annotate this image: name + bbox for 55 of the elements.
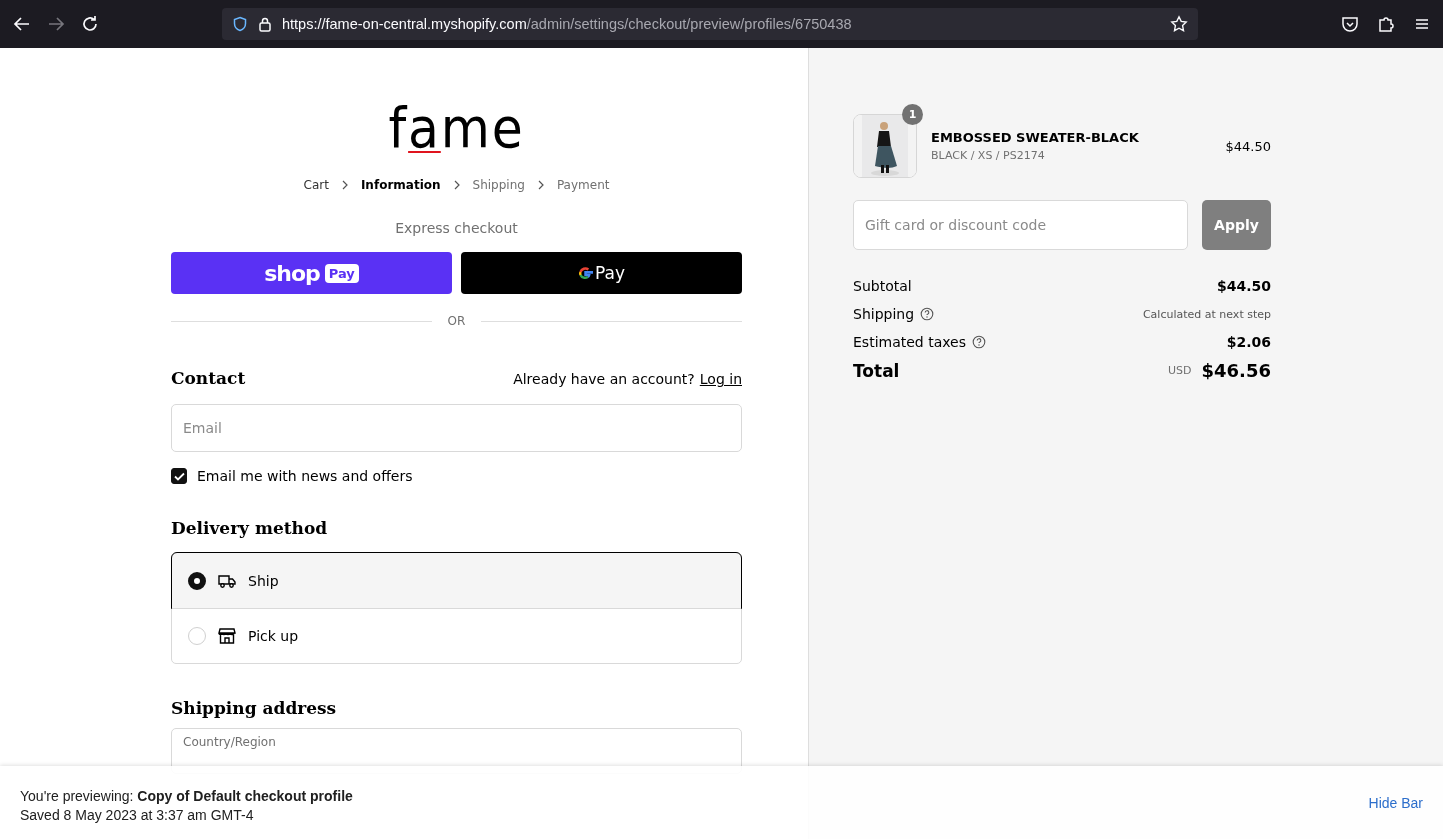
product-variant: BLACK / XS / PS2174 xyxy=(931,149,1046,162)
address-bar[interactable]: https://fame-on-central.myshopify.com/admin/settings/checkout/preview/profiles/6750438 xyxy=(222,8,1198,40)
breadcrumb-step[interactable]: Payment xyxy=(556,178,610,192)
currency-code: USD xyxy=(1168,364,1192,377)
preview-notice: You're previewing: Copy of Default checkout profile xyxy=(20,788,353,804)
star-icon[interactable] xyxy=(1170,15,1188,33)
summary-label: Estimated taxes xyxy=(853,334,966,350)
login-link[interactable]: Log in xyxy=(699,371,742,387)
help-icon[interactable] xyxy=(972,335,986,349)
chevron-icon xyxy=(452,180,461,190)
product-price: $44.50 xyxy=(1225,138,1271,154)
store-icon xyxy=(218,627,236,645)
section-heading: Delivery method xyxy=(171,518,329,538)
store-logo[interactable]: fame xyxy=(388,100,525,156)
radio-button[interactable] xyxy=(188,571,206,590)
section-heading: Shipping address xyxy=(171,698,338,718)
chevron-icon xyxy=(536,180,545,190)
section-heading: Contact xyxy=(171,368,246,388)
shop-pay-button[interactable]: shop Pay xyxy=(171,252,452,294)
account-prompt: Already have an account? xyxy=(513,371,695,387)
checkbox[interactable] xyxy=(171,468,187,484)
product-name: EMBOSSED SWEATER-BLACK xyxy=(931,130,1139,145)
google-g-icon xyxy=(578,265,593,281)
hide-bar-link[interactable]: Hide Bar xyxy=(1368,794,1423,811)
summary-label: Subtotal xyxy=(853,278,912,294)
lock-icon[interactable] xyxy=(258,16,272,32)
total-label: Total xyxy=(853,360,900,381)
saved-timestamp: Saved 8 May 2023 at 3:37 am GMT-4 xyxy=(20,807,255,823)
shield-icon[interactable] xyxy=(232,16,248,32)
google-pay-button[interactable]: Pay xyxy=(461,252,742,294)
summary-value: $2.06 xyxy=(1226,334,1271,350)
breadcrumb-step[interactable]: Shipping xyxy=(472,178,525,192)
help-icon[interactable] xyxy=(920,307,935,321)
chevron-icon xyxy=(340,180,349,190)
apply-button[interactable]: Apply xyxy=(1202,200,1271,250)
option-label: Pick up xyxy=(248,628,299,644)
pocket-icon[interactable] xyxy=(1341,15,1359,33)
delivery-option[interactable]: Ship xyxy=(172,553,741,608)
summary-label: Shipping xyxy=(853,306,915,322)
url-text: https://fame-on-central.myshopify.com/admin/settings/checkout/preview/profiles/6750438 xyxy=(282,16,853,32)
delivery-option[interactable]: Pick up xyxy=(172,608,741,663)
truck-icon xyxy=(218,572,236,589)
breadcrumb-step[interactable]: Information xyxy=(360,178,441,192)
checkbox-label: Email me with news and offers xyxy=(197,468,413,484)
quantity-badge: 1 xyxy=(902,104,923,125)
divider-label: OR xyxy=(447,314,466,328)
puzzle-icon[interactable] xyxy=(1377,15,1395,33)
summary-value: $44.50 xyxy=(1216,278,1271,294)
reload-icon[interactable] xyxy=(80,14,100,34)
section-heading: Express checkout xyxy=(395,220,518,236)
summary-value: Calculated at next step xyxy=(1142,307,1271,321)
discount-field[interactable]: Gift card or discount code xyxy=(853,200,1188,250)
option-label: Ship xyxy=(248,572,279,589)
breadcrumb-step[interactable]: Cart xyxy=(303,178,329,192)
total-value: $46.56 xyxy=(1201,360,1271,381)
